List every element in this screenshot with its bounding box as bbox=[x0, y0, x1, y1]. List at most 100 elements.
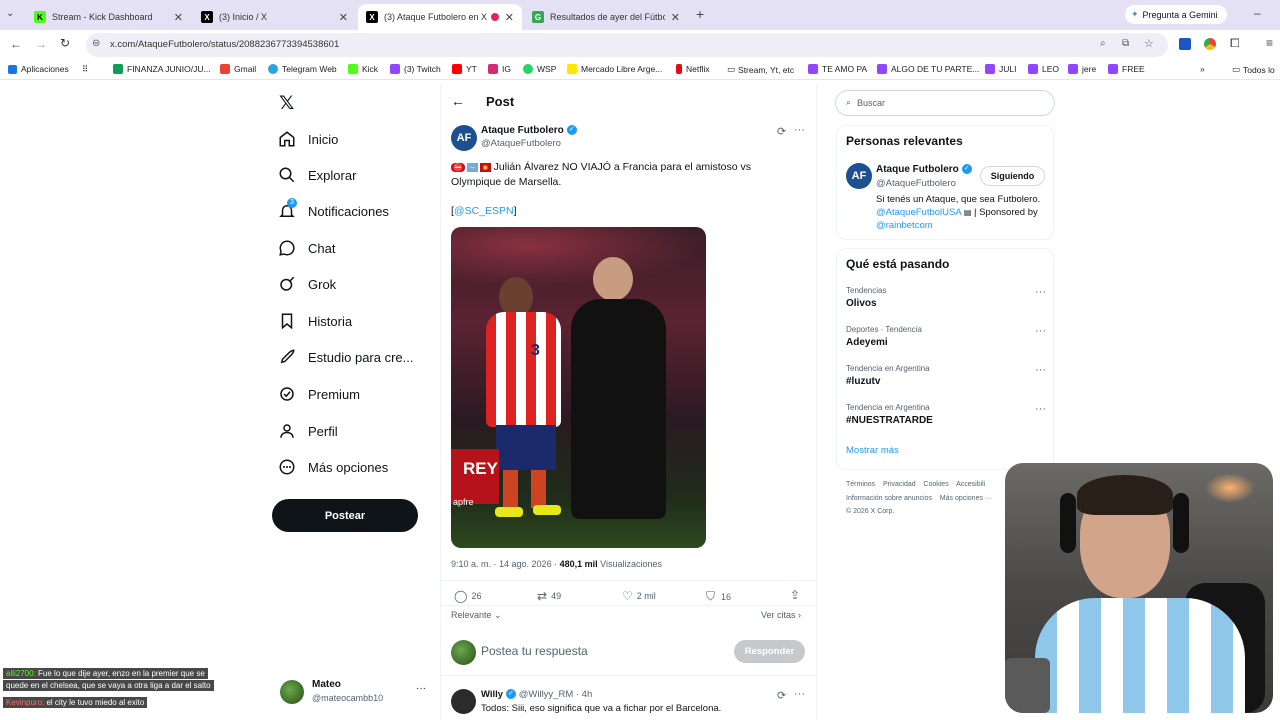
post-image[interactable]: 3 REY apfre bbox=[451, 227, 706, 548]
close-icon[interactable]: ✕ bbox=[174, 11, 183, 24]
footer-links[interactable]: Información sobre anuncios Más opciones … bbox=[846, 495, 992, 502]
mention-link[interactable]: @SC_ESPN bbox=[454, 205, 514, 217]
gemini-button[interactable]: ✦ Pregunta a Gemini bbox=[1125, 5, 1227, 24]
more-dots-icon[interactable]: ··· bbox=[794, 124, 805, 136]
show-more-link[interactable]: Mostrar más bbox=[846, 445, 899, 456]
repost-action[interactable]: ⇄ 49 bbox=[537, 589, 561, 603]
bookmark-gmail[interactable]: Gmail bbox=[220, 64, 256, 74]
new-tab-plus-icon[interactable]: + bbox=[696, 6, 704, 22]
bookmark-yt[interactable]: YT bbox=[452, 64, 477, 74]
bookmark-juli[interactable]: JULI bbox=[985, 64, 1016, 74]
minimize-icon[interactable]: – bbox=[1254, 6, 1261, 20]
bookmark-aplicaciones[interactable]: Aplicaciones bbox=[8, 64, 69, 74]
bookmark-ig[interactable]: IG bbox=[488, 64, 511, 74]
author-avatar[interactable]: AF bbox=[846, 163, 872, 189]
bookmark-folder-stream[interactable]: ▭ Stream, Yt, etc bbox=[727, 64, 794, 75]
like-action[interactable]: ♡ 2 mil bbox=[622, 589, 656, 603]
nav-chat[interactable]: Chat bbox=[278, 239, 335, 257]
reply-author[interactable]: Willy bbox=[481, 689, 503, 700]
bookmark-netflix[interactable]: Netflix bbox=[676, 64, 710, 74]
more-dots-icon[interactable]: ··· bbox=[1035, 403, 1046, 415]
back-arrow-icon[interactable]: ← bbox=[451, 93, 465, 109]
reply-action[interactable]: ◯ 26 bbox=[454, 589, 481, 603]
search-input[interactable]: ⌕ Buscar bbox=[835, 90, 1055, 116]
close-icon[interactable]: ✕ bbox=[505, 11, 514, 24]
nav-inicio[interactable]: Inicio bbox=[278, 130, 338, 148]
more-dots-icon[interactable]: ··· bbox=[794, 688, 805, 700]
bookmark-mercadolibre[interactable]: Mercado Libre Arge... bbox=[567, 64, 662, 74]
bookmark-leo[interactable]: LEO bbox=[1028, 64, 1059, 74]
ver-citas-link[interactable]: Ver citas › bbox=[761, 610, 801, 620]
bio-link[interactable]: @AtaqueFutbolUSA bbox=[876, 207, 961, 218]
extensions-puzzle-icon[interactable]: ⧠ bbox=[1230, 36, 1240, 51]
author-name-row[interactable]: Ataque Futbolero ✓ bbox=[481, 125, 577, 136]
bookmark-jere[interactable]: jere bbox=[1068, 64, 1096, 74]
close-icon[interactable]: ✕ bbox=[671, 11, 680, 24]
footer-links[interactable]: Términos Privacidad Cookies Accesibili bbox=[846, 481, 985, 488]
forward-arrow-icon[interactable]: → bbox=[35, 37, 47, 51]
apps-grid-icon[interactable]: ⠿ bbox=[82, 64, 88, 75]
bookmark-free[interactable]: FREE bbox=[1108, 64, 1145, 74]
author-avatar[interactable]: AF bbox=[451, 125, 477, 151]
trend-item[interactable]: Tendencias Olivos ··· bbox=[846, 286, 1046, 309]
extension-colorful-icon[interactable] bbox=[1204, 38, 1216, 50]
grok-icon[interactable]: ⟳ bbox=[777, 689, 786, 702]
reply-button[interactable]: Responder bbox=[734, 640, 805, 663]
tab-resultados[interactable]: G Resultados de ayer del Fútbol A ✕ bbox=[524, 4, 688, 30]
address-bar[interactable]: ⊜ x.com/AtaqueFutbolero/status/208823677… bbox=[86, 33, 1168, 57]
bookmark-all[interactable]: ▭ Todos lo bbox=[1232, 64, 1275, 75]
grok-icon[interactable]: ⟳ bbox=[777, 125, 786, 138]
trend-item[interactable]: Tendencia en Argentina #luzutv ··· bbox=[846, 364, 1046, 387]
nav-historia[interactable]: Historia bbox=[278, 312, 352, 330]
x-logo-icon[interactable]: 𝕏 bbox=[279, 92, 294, 115]
bookmark-kick[interactable]: Kick bbox=[348, 64, 378, 74]
bookmark-star-icon[interactable]: ☆ bbox=[1144, 37, 1154, 50]
zoom-icon[interactable]: ⌕ bbox=[1100, 38, 1106, 49]
bookmark-telegram[interactable]: Telegram Web bbox=[268, 64, 337, 74]
bookmark-action[interactable]: ⛉ 16 bbox=[706, 589, 731, 604]
nav-premium[interactable]: Premium bbox=[278, 385, 360, 403]
more-dots-icon[interactable]: ··· bbox=[1035, 286, 1046, 298]
post-button[interactable]: Postear bbox=[272, 499, 418, 532]
reply-input[interactable]: Postea tu respuesta bbox=[481, 644, 588, 658]
bookmark-wsp[interactable]: WSP bbox=[523, 64, 556, 74]
bookmarks-overflow-icon[interactable]: » bbox=[1200, 64, 1205, 74]
stream-chat-message: alli2700: Fue lo que dije ayer, enzo en … bbox=[3, 668, 208, 679]
nav-estudio[interactable]: Estudio para cre... bbox=[278, 348, 414, 366]
nav-mas-opciones[interactable]: Más opciones bbox=[278, 458, 388, 476]
install-app-icon[interactable]: ⧉ bbox=[1122, 38, 1129, 49]
site-settings-icon[interactable]: ⊜ bbox=[92, 38, 100, 49]
extension-icon[interactable] bbox=[1179, 38, 1191, 50]
account-switcher[interactable]: Mateo @mateocambb10 ··· bbox=[280, 679, 430, 707]
bookmark-te-amo-pa[interactable]: TE AMO PA bbox=[808, 64, 867, 74]
reload-icon[interactable]: ↻ bbox=[60, 36, 70, 50]
close-icon[interactable]: ✕ bbox=[339, 11, 348, 24]
following-button[interactable]: Siguiendo bbox=[980, 166, 1045, 186]
trend-item[interactable]: Deportes · Tendencia Adeyemi ··· bbox=[846, 325, 1046, 348]
relevante-dropdown[interactable]: Relevante ⌄ bbox=[451, 610, 502, 621]
tab-search-chevron-icon[interactable]: ⌄ bbox=[6, 8, 14, 19]
trend-item[interactable]: Tendencia en Argentina #NUESTRATARDE ··· bbox=[846, 403, 1046, 426]
tab-inicio-x[interactable]: X (3) Inicio / X ✕ bbox=[193, 4, 356, 30]
nav-notificaciones[interactable]: 3 Notificaciones bbox=[278, 198, 389, 220]
tab-ataque-futbolero[interactable]: X (3) Ataque Futbolero en X: " ✕ bbox=[358, 4, 522, 30]
back-arrow-icon[interactable]: ← bbox=[10, 37, 22, 51]
bookmark-twitch[interactable]: (3) Twitch bbox=[390, 64, 441, 74]
bio-link[interactable]: @rainbetcom bbox=[876, 220, 933, 231]
tab-kick[interactable]: K Stream - Kick Dashboard ✕ bbox=[26, 4, 191, 30]
author-handle[interactable]: @AtaqueFutbolero bbox=[481, 138, 561, 149]
nav-explorar[interactable]: Explorar bbox=[278, 166, 356, 184]
more-dots-icon[interactable]: ··· bbox=[1035, 364, 1046, 376]
url-text[interactable]: x.com/AtaqueFutbolero/status/20882367733… bbox=[110, 39, 339, 50]
bookmark-algo[interactable]: ALGO DE TU PARTE... bbox=[877, 64, 979, 74]
more-dots-icon[interactable]: ··· bbox=[1035, 325, 1046, 337]
menu-icon[interactable]: ≡ bbox=[1266, 36, 1273, 50]
nav-perfil[interactable]: Perfil bbox=[278, 422, 338, 440]
nav-grok[interactable]: Grok bbox=[278, 275, 336, 293]
chevron-right-icon: › bbox=[798, 610, 802, 620]
avatar[interactable] bbox=[451, 689, 476, 714]
relevant-name-row[interactable]: Ataque Futbolero ✓ bbox=[876, 164, 972, 175]
nav-label: Inicio bbox=[308, 131, 339, 147]
share-icon[interactable]: ⇪ bbox=[790, 588, 800, 602]
bookmark-finanza[interactable]: FINANZA JUNIO/JU... bbox=[113, 64, 211, 74]
